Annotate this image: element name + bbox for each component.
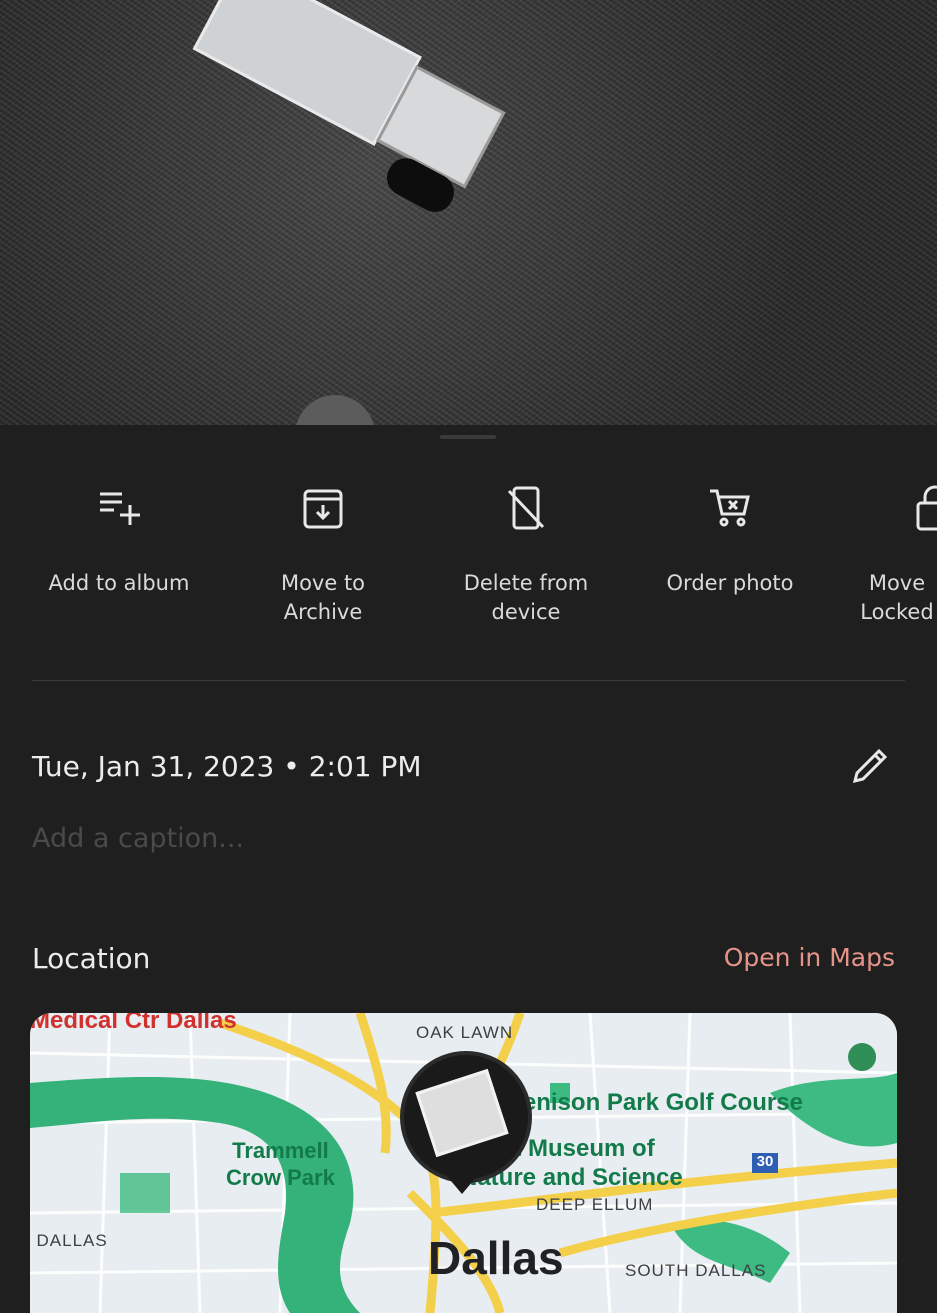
map-label-trammell-crow-park: Trammell Crow Park	[226, 1138, 335, 1190]
move-to-locked-label: Move Locked	[860, 571, 934, 624]
open-in-maps-link[interactable]: Open in Maps	[724, 943, 895, 972]
pin-photo-thumbnail	[415, 1068, 509, 1158]
map-label-west-dallas: WEST DALLAS	[30, 1231, 108, 1250]
map-label-dallas: Dallas	[428, 1232, 564, 1284]
photo-datetime: Tue, Jan 31, 2023 • 2:01 PM	[32, 750, 422, 783]
move-to-locked-button[interactable]: Move Locked	[834, 485, 937, 627]
highway-shield: 30	[756, 1153, 774, 1170]
map-label-oak-lawn: OAK LAWN	[416, 1023, 514, 1042]
pin-pointer	[440, 1168, 484, 1194]
add-to-album-button[interactable]: Add to album	[19, 485, 219, 598]
location-map[interactable]: Medical Ctr Dallas OAK LAWN Tenison Park…	[30, 1013, 897, 1313]
photo-view[interactable]	[0, 0, 937, 425]
location-heading: Location	[32, 942, 151, 975]
caption-input[interactable]	[32, 823, 732, 854]
divider	[32, 680, 905, 681]
actions-row: Add to album Move to Archive Delete from…	[0, 485, 937, 635]
move-to-archive-label: Move to Archive	[280, 571, 366, 624]
map-label-medical-center: Medical Ctr Dallas	[30, 1013, 237, 1034]
map-label-south-dallas: SOUTH DALLAS	[625, 1261, 767, 1280]
photo-rock	[295, 395, 375, 425]
lock-icon	[916, 485, 937, 531]
delete-from-device-label: Delete from device	[463, 571, 589, 624]
drag-handle[interactable]	[440, 435, 496, 439]
move-to-archive-button[interactable]: Move to Archive	[223, 485, 423, 627]
photo-location-pin[interactable]	[400, 1051, 532, 1183]
cart-icon	[710, 489, 750, 527]
order-photo-button[interactable]: Order photo	[630, 485, 830, 598]
playlist-add-icon	[100, 492, 140, 525]
photo-truck-subject	[160, 0, 531, 265]
device-delete-icon	[507, 486, 545, 530]
map-label-golf-course: Tenison Park Golf Course	[510, 1089, 803, 1116]
map-label-deep-ellum: DEEP ELLUM	[536, 1195, 654, 1214]
delete-from-device-button[interactable]: Delete from device	[426, 485, 626, 627]
info-sheet: Add to album Move to Archive Delete from…	[0, 425, 937, 1313]
archive-icon	[303, 489, 343, 529]
edit-pencil-icon[interactable]	[845, 743, 893, 791]
add-to-album-label: Add to album	[48, 571, 190, 595]
order-photo-label: Order photo	[666, 571, 794, 595]
